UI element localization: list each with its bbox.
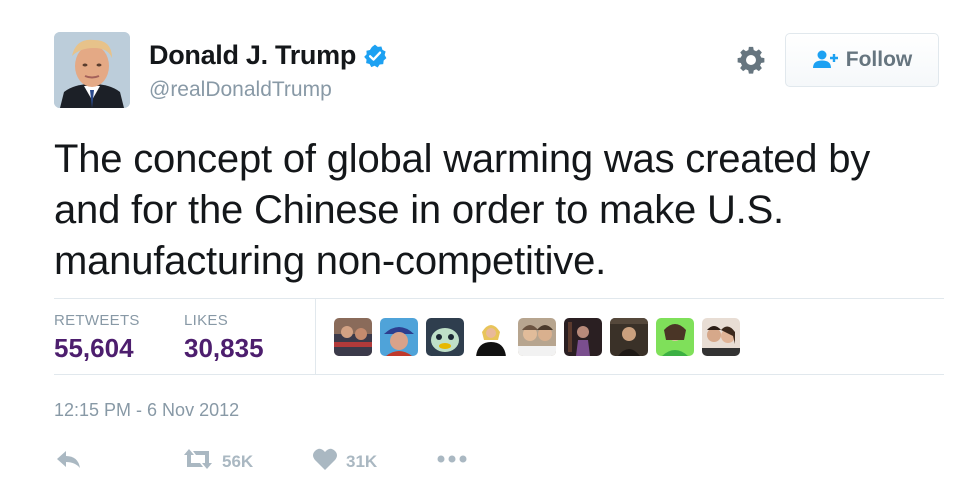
user-name-row[interactable]: Donald J. Trump [149,40,388,71]
reply-icon [54,447,82,476]
liker-avatar[interactable] [426,318,464,356]
liker-avatar[interactable] [380,318,418,356]
add-user-icon [812,49,840,71]
user-handle[interactable]: @realDonaldTrump [149,78,332,102]
heart-icon [312,447,338,476]
display-name[interactable]: Donald J. Trump [149,40,356,71]
more-button[interactable] [436,447,468,476]
reply-button[interactable] [54,447,82,476]
liker-avatars [334,318,740,356]
liker-avatar[interactable] [472,318,510,356]
retweets-stat[interactable]: RETWEETS 55,604 [54,312,140,364]
tweet-timestamp[interactable]: 12:15 PM - 6 Nov 2012 [54,400,239,421]
follow-button[interactable]: Follow [785,33,939,87]
liker-avatar[interactable] [610,318,648,356]
stats-vertical-divider [315,299,316,374]
retweets-label: RETWEETS [54,312,140,329]
retweet-icon [182,447,214,476]
liker-avatar[interactable] [518,318,556,356]
retweets-count: 55,604 [54,333,134,363]
retweet-button[interactable]: 56K [182,447,253,476]
more-dots-icon [436,447,468,476]
liker-avatar[interactable] [702,318,740,356]
user-avatar[interactable] [54,32,130,108]
gear-icon[interactable] [736,45,766,75]
retweet-count: 56K [222,451,254,471]
verified-badge-icon [362,43,388,69]
stats-divider-bottom [54,374,944,375]
liker-avatar[interactable] [656,318,694,356]
like-count: 31K [346,451,378,471]
liker-avatar[interactable] [564,318,602,356]
like-button[interactable]: 31K [312,447,377,476]
stats-divider-top [54,298,944,299]
follow-label: Follow [845,48,913,71]
likes-stat[interactable]: LIKES 30,835 [184,312,264,364]
likes-label: LIKES [184,312,229,329]
likes-count: 30,835 [184,333,264,363]
tweet-text: The concept of global warming was create… [54,137,871,283]
liker-avatar[interactable] [334,318,372,356]
